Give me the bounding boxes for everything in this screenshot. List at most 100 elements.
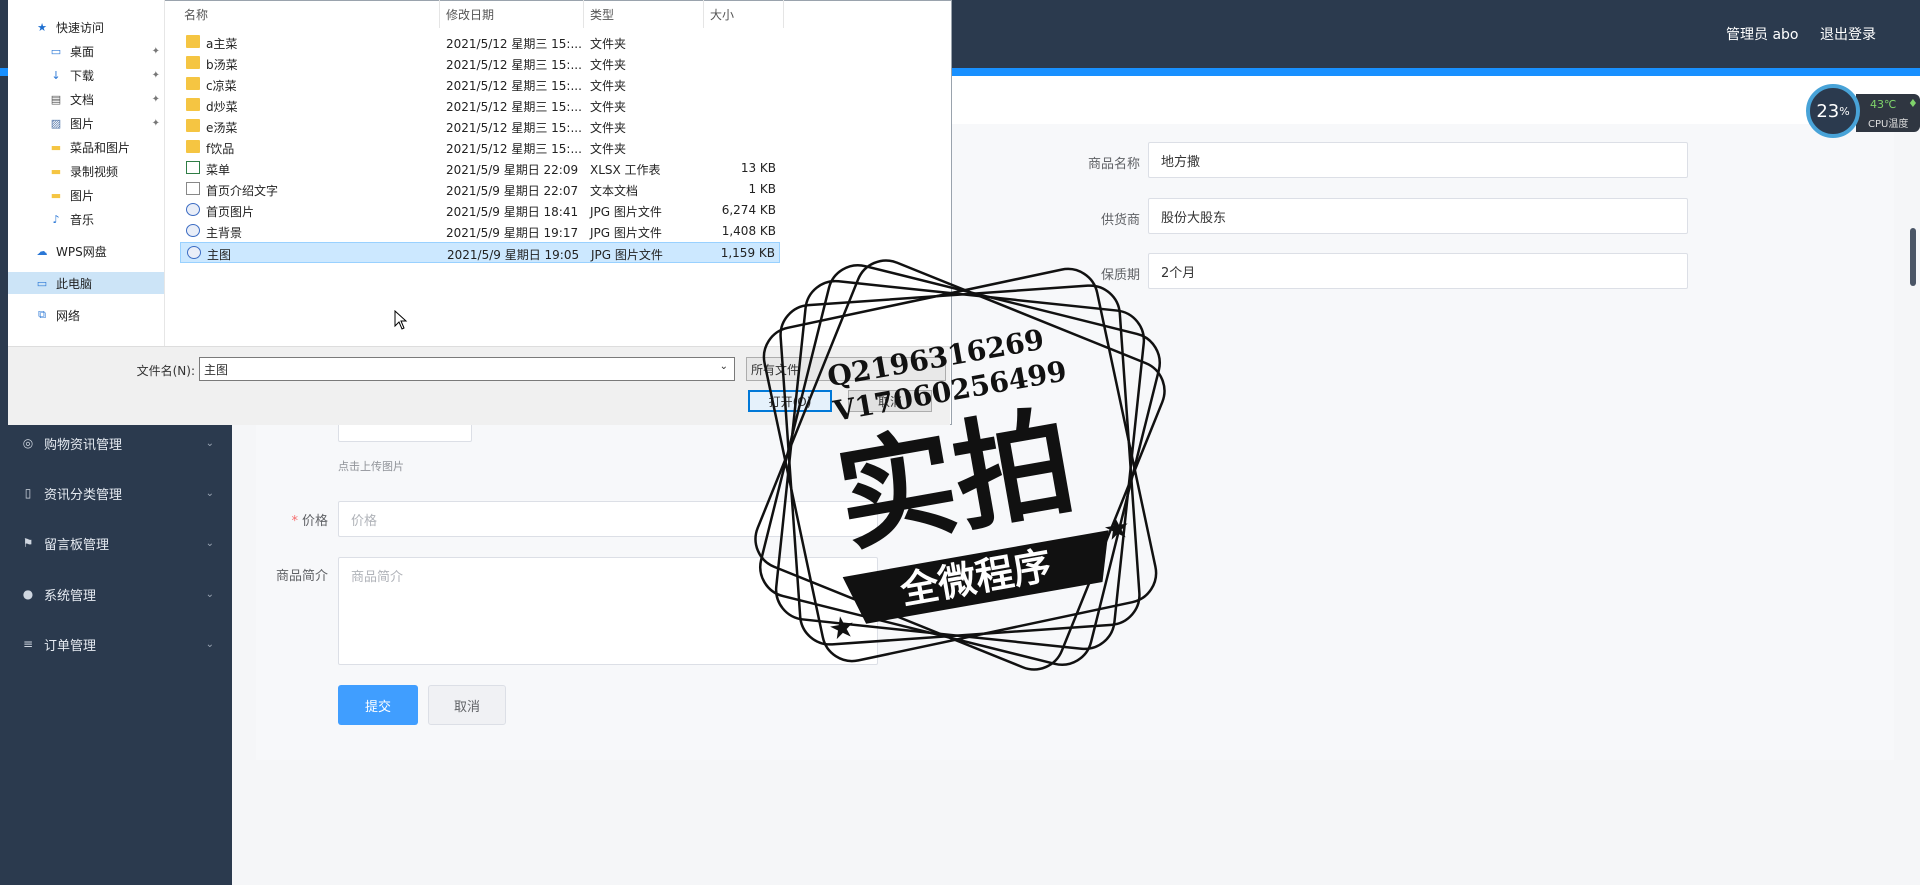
file-row[interactable]: 主背景 2021/5/9 星期日 19:17 JPG 图片文件 1,408 KB <box>180 221 780 242</box>
file-name: c凉菜 <box>206 79 237 93</box>
pin-icon: ✦ <box>151 93 160 105</box>
supplier-input[interactable]: 股份大股东 <box>1148 198 1688 234</box>
chevron-down-icon: ⌄ <box>205 537 214 549</box>
nav-item-10[interactable]: ▭ 此电脑 <box>8 272 164 294</box>
file-type: JPG 图片文件 <box>591 248 663 262</box>
column-name[interactable]: 名称 ^ <box>178 0 440 28</box>
chevron-down-icon: ⌄ <box>205 638 214 650</box>
chevron-down-icon: ⌄ <box>205 588 214 600</box>
file-name: e汤菜 <box>206 121 238 135</box>
sidebar-item-0[interactable]: ◎ 购物资讯管理 ⌄ <box>0 418 232 468</box>
cancel-button[interactable]: 取消 <box>428 685 506 725</box>
music-icon: ♪ <box>52 212 60 226</box>
column-size[interactable]: 大小 <box>704 0 784 28</box>
file-row[interactable]: d炒菜 2021/5/12 星期三 15:... 文件夹 <box>180 95 780 116</box>
file-row[interactable]: f饮品 2021/5/12 星期三 15:... 文件夹 <box>180 137 780 158</box>
sidebar-item-3[interactable]: ● 系统管理 ⌄ <box>0 569 232 619</box>
page-scrollbar[interactable] <box>1910 228 1916 286</box>
file-type: 文件夹 <box>590 79 627 93</box>
price-label: * 价格 <box>256 510 328 529</box>
intro-label: 商品简介 <box>275 569 328 584</box>
file-row[interactable]: e汤菜 2021/5/12 星期三 15:... 文件夹 <box>180 116 780 137</box>
filename-input[interactable]: 主图 ⌄ <box>199 357 735 381</box>
file-date: 2021/5/12 星期三 15:... <box>446 58 582 72</box>
file-row[interactable]: 首页图片 2021/5/9 星期日 18:41 JPG 图片文件 6,274 KB <box>180 200 780 221</box>
file-date: 2021/5/9 星期日 18:41 <box>446 205 579 219</box>
column-modified[interactable]: 修改日期 <box>440 0 584 28</box>
microphone-icon: ▯ <box>24 486 32 500</box>
nav-item-11[interactable]: ⧉ 网络 <box>8 304 164 326</box>
admin-user-label[interactable]: 管理员 abo <box>1726 24 1798 44</box>
nav-item-8[interactable]: ♪ 音乐 <box>8 208 164 230</box>
nav-item-label: 桌面 <box>70 44 95 59</box>
submit-button[interactable]: 提交 <box>338 685 418 725</box>
file-row[interactable]: c凉菜 2021/5/12 星期三 15:... 文件夹 <box>180 74 780 95</box>
file-date: 2021/5/9 星期日 22:07 <box>446 184 579 198</box>
nav-item-label: 下载 <box>70 68 95 83</box>
file-type: JPG 图片文件 <box>590 226 662 240</box>
column-name-text: 名称 <box>184 7 209 22</box>
column-type[interactable]: 类型 <box>584 0 704 28</box>
download-icon: ↓ <box>51 68 61 82</box>
file-size: 1 KB <box>748 182 776 196</box>
sidebar-item-4[interactable]: ≡ 订单管理 ⌄ <box>0 619 232 669</box>
sidebar-item-label: 系统管理 <box>44 588 97 604</box>
file-type: 文件夹 <box>590 142 627 156</box>
file-row[interactable]: 首页介绍文字 2021/5/9 星期日 22:07 文本文档 1 KB <box>180 179 780 200</box>
sidebar-item-1[interactable]: ▯ 资讯分类管理 ⌄ <box>0 468 232 518</box>
nav-item-9[interactable]: ☁ WPS网盘 <box>8 240 164 262</box>
sidebar-item-2[interactable]: ⚑ 留言板管理 ⌄ <box>0 518 232 568</box>
chevron-down-icon: ⌄ <box>205 487 214 499</box>
nav-item-6[interactable]: ▬ 录制视频 <box>8 160 164 182</box>
list-icon: ≡ <box>22 637 34 651</box>
file-name: 主图 <box>207 248 232 262</box>
nav-item-4[interactable]: ▨ 图片 ✦ <box>8 112 164 134</box>
nav-item-label: 网络 <box>56 308 81 323</box>
document-icon: ▤ <box>50 92 62 106</box>
desktop-icon: ▭ <box>50 44 62 58</box>
nav-item-label: 音乐 <box>70 212 95 227</box>
chevron-down-icon: ⌄ <box>205 437 214 449</box>
nav-item-0[interactable]: ★ 快速访问 <box>8 16 164 38</box>
nav-item-label: WPS网盘 <box>56 244 107 259</box>
user-icon: ● <box>22 587 34 601</box>
jpg-file-icon <box>187 246 201 259</box>
file-row[interactable]: b汤菜 2021/5/12 星期三 15:... 文件夹 <box>180 53 780 74</box>
folder-icon <box>186 77 200 90</box>
file-size: 6,274 KB <box>721 203 776 217</box>
file-date: 2021/5/9 星期日 22:09 <box>446 163 579 177</box>
file-date: 2021/5/12 星期三 15:... <box>446 142 582 156</box>
name-input[interactable]: 地方撒 <box>1148 142 1688 178</box>
nav-item-2[interactable]: ↓ 下载 ✦ <box>8 64 164 86</box>
cpu-temp-widget: 43℃ ♦ CPU温度 <box>1856 94 1920 132</box>
file-row[interactable]: 菜单 2021/5/9 星期日 22:09 XLSX 工作表 13 KB <box>180 158 780 179</box>
cpu-usage-unit: % <box>1839 104 1850 118</box>
file-row[interactable]: 主图 2021/5/9 星期日 19:05 JPG 图片文件 1,159 KB <box>180 242 780 263</box>
folder-icon: ▬ <box>50 140 62 154</box>
shelf-life-input[interactable]: 2个月 <box>1148 253 1688 289</box>
jpg-file-icon <box>186 224 200 237</box>
jpg-file-icon <box>186 203 200 216</box>
sidebar-item-label: 资讯分类管理 <box>44 487 123 503</box>
file-date: 2021/5/12 星期三 15:... <box>446 121 582 135</box>
file-name: f饮品 <box>206 142 235 156</box>
nav-item-7[interactable]: ▬ 图片 <box>8 184 164 206</box>
logout-link[interactable]: 退出登录 <box>1820 24 1876 44</box>
folder-icon <box>186 35 200 48</box>
folder-icon <box>186 119 200 132</box>
file-type: 文件夹 <box>590 121 627 135</box>
nav-item-1[interactable]: ▭ 桌面 ✦ <box>8 40 164 62</box>
nav-item-label: 文档 <box>70 92 95 107</box>
file-type: 文件夹 <box>590 100 627 114</box>
leaf-icon: ♦ <box>1908 97 1918 110</box>
name-label: 商品名称 <box>1087 157 1140 172</box>
cloud-icon: ☁ <box>36 244 48 258</box>
file-row[interactable]: a主菜 2021/5/12 星期三 15:... 文件夹 <box>180 32 780 53</box>
file-date: 2021/5/9 星期日 19:17 <box>446 226 579 240</box>
supplier-label: 供货商 <box>1100 213 1140 228</box>
nav-item-3[interactable]: ▤ 文档 ✦ <box>8 88 164 110</box>
file-size: 1,408 KB <box>721 224 776 238</box>
chevron-down-icon[interactable]: ⌄ <box>720 361 728 372</box>
nav-item-5[interactable]: ▬ 菜品和图片 <box>8 136 164 158</box>
file-name: a主菜 <box>206 37 238 51</box>
